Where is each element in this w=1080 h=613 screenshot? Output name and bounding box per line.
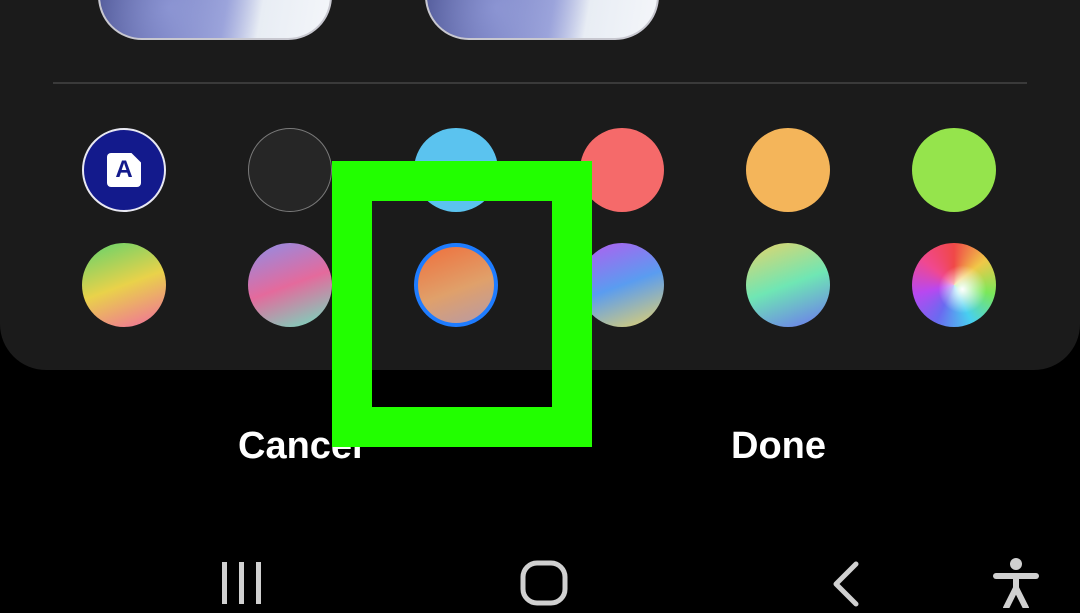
lime-green-swatch[interactable] xyxy=(912,128,996,212)
rainbow-spectrum-swatch[interactable] xyxy=(912,243,996,327)
yellow-green-blue-gradient-swatch[interactable] xyxy=(746,243,830,327)
wallpaper-preview-home[interactable] xyxy=(98,0,332,40)
recent-apps-icon xyxy=(222,562,261,604)
blue-pink-teal-gradient-swatch[interactable] xyxy=(248,243,332,327)
black-swatch[interactable] xyxy=(248,128,332,212)
accessibility-icon xyxy=(993,558,1039,611)
home-button[interactable] xyxy=(519,560,569,613)
purple-blue-yellow-gradient-swatch[interactable] xyxy=(580,243,664,327)
back-button[interactable] xyxy=(828,560,864,613)
highlight-box xyxy=(332,161,592,447)
theme-color-swatch[interactable]: A xyxy=(82,128,166,212)
theme-a-icon: A xyxy=(107,153,141,187)
navigation-bar xyxy=(0,540,1080,611)
home-icon xyxy=(520,560,568,606)
recent-apps-button[interactable] xyxy=(218,560,266,613)
done-button[interactable]: Done xyxy=(731,425,826,468)
orange-swatch[interactable] xyxy=(746,128,830,212)
divider xyxy=(53,82,1027,84)
coral-red-swatch[interactable] xyxy=(580,128,664,212)
green-yellow-pink-gradient-swatch[interactable] xyxy=(82,243,166,327)
back-icon xyxy=(833,561,859,607)
wallpaper-preview-lock[interactable] xyxy=(425,0,659,40)
accessibility-button[interactable] xyxy=(990,556,1042,613)
